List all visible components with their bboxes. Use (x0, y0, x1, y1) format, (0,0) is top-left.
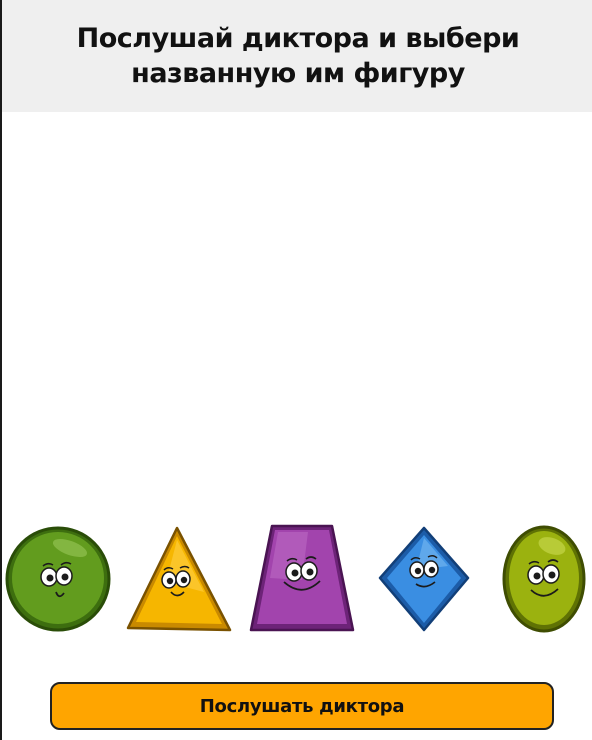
listen-speaker-button[interactable]: Послушать диктора (50, 682, 554, 730)
shape-rhombus[interactable] (378, 526, 470, 632)
shape-oval[interactable] (502, 524, 586, 634)
trapezoid-character-icon (249, 524, 355, 632)
shape-trapezoid[interactable] (248, 524, 356, 634)
page-title: Послушай диктора и выбери названную им ф… (76, 23, 520, 89)
oval-character-icon (502, 525, 586, 633)
header-bar: Послушай диктора и выбери названную им ф… (2, 0, 592, 112)
app-window: Послушай диктора и выбери названную им ф… (0, 0, 592, 740)
shape-circle[interactable] (4, 526, 112, 634)
listen-speaker-button-label: Послушать диктора (199, 695, 405, 717)
rhombus-character-icon (378, 526, 470, 632)
shape-triangle[interactable] (126, 526, 234, 634)
circle-character-icon (5, 526, 111, 632)
triangle-character-icon (126, 526, 232, 632)
